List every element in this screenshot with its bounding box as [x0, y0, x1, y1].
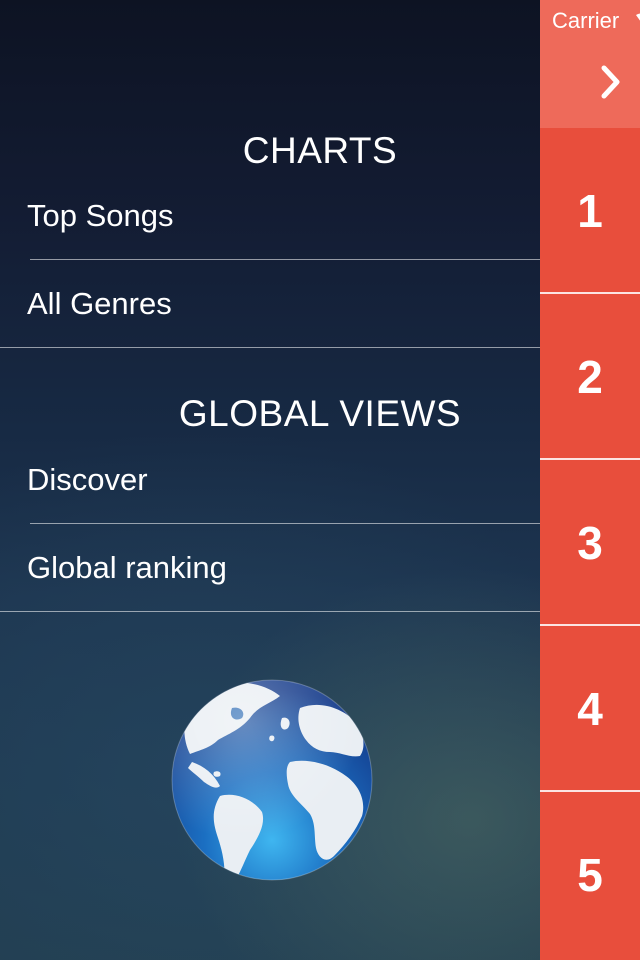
- menu-item-label: Global ranking: [27, 550, 227, 585]
- nav-header: Carrier: [540, 0, 640, 128]
- rank-number: 2: [577, 351, 603, 403]
- list-item[interactable]: 1: [540, 126, 640, 291]
- side-drawer: CHARTS Top Songs All Genres GLOBAL VIEWS…: [0, 0, 540, 960]
- menu-item-all-genres[interactable]: All Genres: [0, 260, 540, 348]
- section-divider: [0, 347, 540, 348]
- section-divider: [0, 611, 540, 612]
- rank-number: 5: [577, 849, 603, 901]
- menu-item-global-ranking[interactable]: Global ranking: [0, 524, 540, 612]
- rank-number: 3: [577, 517, 603, 569]
- section-title-global-views: GLOBAL VIEWS: [178, 393, 462, 434]
- menu-item-label: Discover: [27, 462, 148, 497]
- main-content-panel: Carrier 1 2 3 4 5: [540, 0, 640, 960]
- wifi-icon: [636, 10, 640, 21]
- list-item[interactable]: 4: [540, 624, 640, 789]
- menu-item-top-songs[interactable]: Top Songs: [0, 172, 540, 260]
- status-carrier: Carrier: [552, 8, 620, 33]
- menu-item-label: All Genres: [27, 286, 172, 321]
- rank-number: 4: [577, 683, 603, 735]
- globe-icon: [170, 678, 374, 882]
- list-item[interactable]: 3: [540, 458, 640, 623]
- list-item[interactable]: 5: [540, 790, 640, 955]
- section-title-charts: CHARTS: [242, 130, 398, 171]
- chevron-right-icon[interactable]: [600, 64, 622, 100]
- menu-item-discover[interactable]: Discover: [0, 436, 540, 524]
- list-item[interactable]: 2: [540, 292, 640, 457]
- rank-number: 1: [577, 185, 603, 237]
- menu-item-label: Top Songs: [27, 198, 174, 233]
